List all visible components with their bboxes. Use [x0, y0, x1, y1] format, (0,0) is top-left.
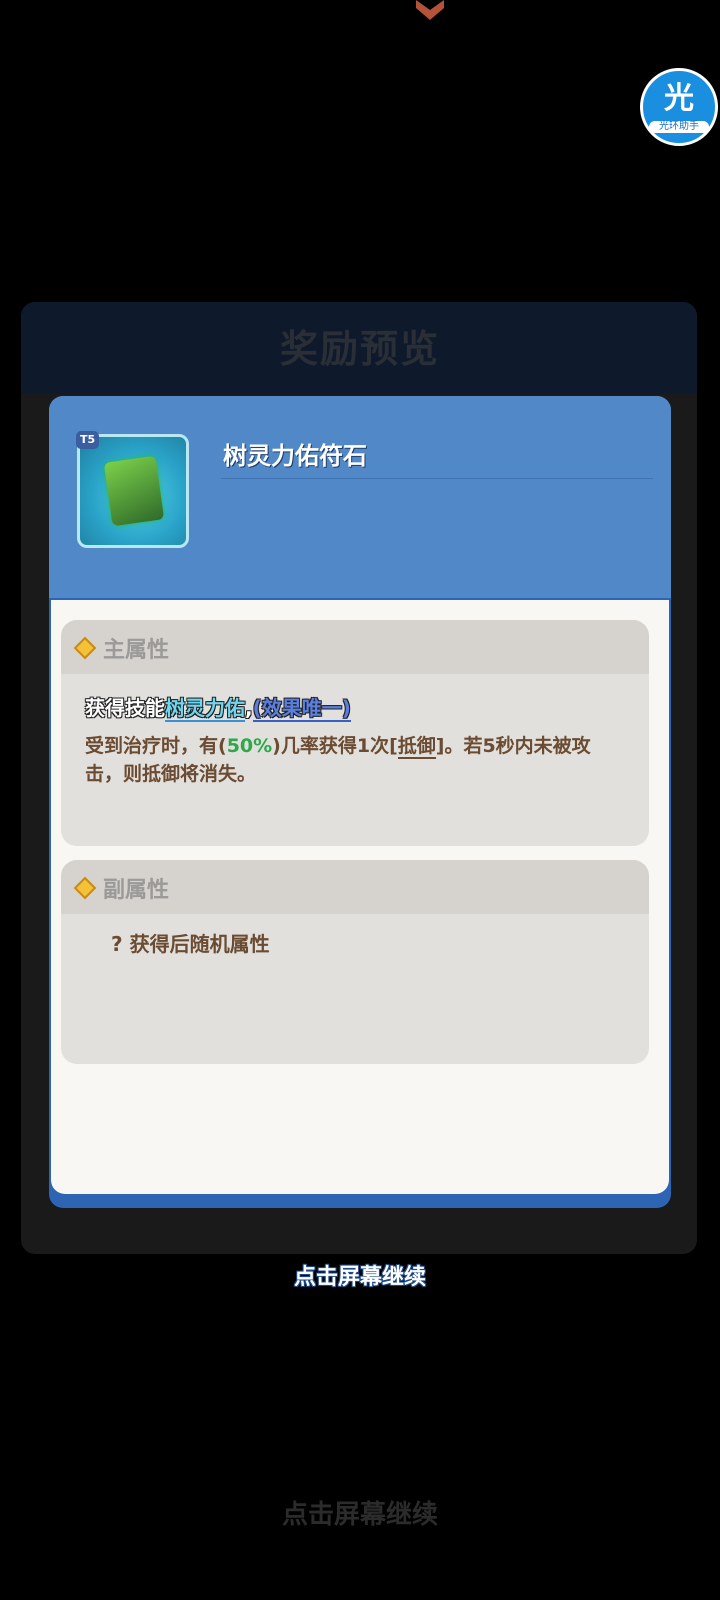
name-divider	[221, 478, 653, 479]
tier-badge: T5	[76, 431, 100, 449]
halo-assistant-label: 光环助手	[649, 121, 709, 133]
halo-assistant-icon: 光	[664, 81, 694, 116]
item-body: 主属性 获得技能树灵力佑,(效果唯一) 受到治疗时，有(50%)几率获得1次[抵…	[51, 600, 669, 1194]
main-attributes-header: 主属性	[61, 620, 649, 674]
skill-prefix: 获得技能	[85, 696, 165, 720]
skill-name-link[interactable]: 树灵力佑	[165, 696, 245, 722]
term-link-block[interactable]: 抵御	[397, 735, 436, 759]
diamond-icon	[73, 636, 97, 660]
tap-to-continue[interactable]: 点击屏幕继续	[0, 1259, 720, 1291]
random-attribute-text: ? 获得后随机属性	[111, 932, 270, 956]
sub-attributes-section: 副属性 ? 获得后随机属性	[61, 860, 649, 1064]
item-name: 树灵力佑符石	[223, 442, 367, 470]
main-attributes-section: 主属性 获得技能树灵力佑,(效果唯一) 受到治疗时，有(50%)几率获得1次[抵…	[61, 620, 649, 846]
skill-line: 获得技能树灵力佑,(效果唯一)	[85, 692, 351, 722]
main-attributes-title: 主属性	[103, 638, 170, 663]
item-header: T5 树灵力佑符石	[49, 396, 671, 598]
diamond-icon	[73, 876, 97, 900]
desc-percent: 50%	[226, 735, 273, 757]
sub-attributes-title: 副属性	[103, 878, 170, 903]
desc-text: )几率获得1次[	[272, 735, 398, 757]
game-logo-fragment	[416, 0, 444, 20]
tap-to-continue-background: 点击屏幕继续	[281, 1500, 438, 1530]
rune-stone-icon: T5	[76, 431, 189, 548]
reward-preview-title: 奖励预览	[279, 327, 440, 371]
skill-description: 受到治疗时，有(50%)几率获得1次[抵御]。若5秒内未被攻击，则抵御将消失。	[85, 732, 625, 788]
skill-separator: ,	[245, 696, 253, 720]
rune-artwork	[103, 455, 165, 527]
desc-text: 受到治疗时，有(	[85, 735, 227, 757]
item-detail-popup: T5 树灵力佑符石 主属性 获得技能树灵力佑,(效果唯一) 受到治疗时，有(50…	[49, 396, 671, 1208]
effect-unique-link[interactable]: (效果唯一)	[252, 696, 351, 722]
halo-assistant-button[interactable]: 光 光环助手	[640, 68, 718, 146]
sub-attributes-header: 副属性	[61, 860, 649, 914]
